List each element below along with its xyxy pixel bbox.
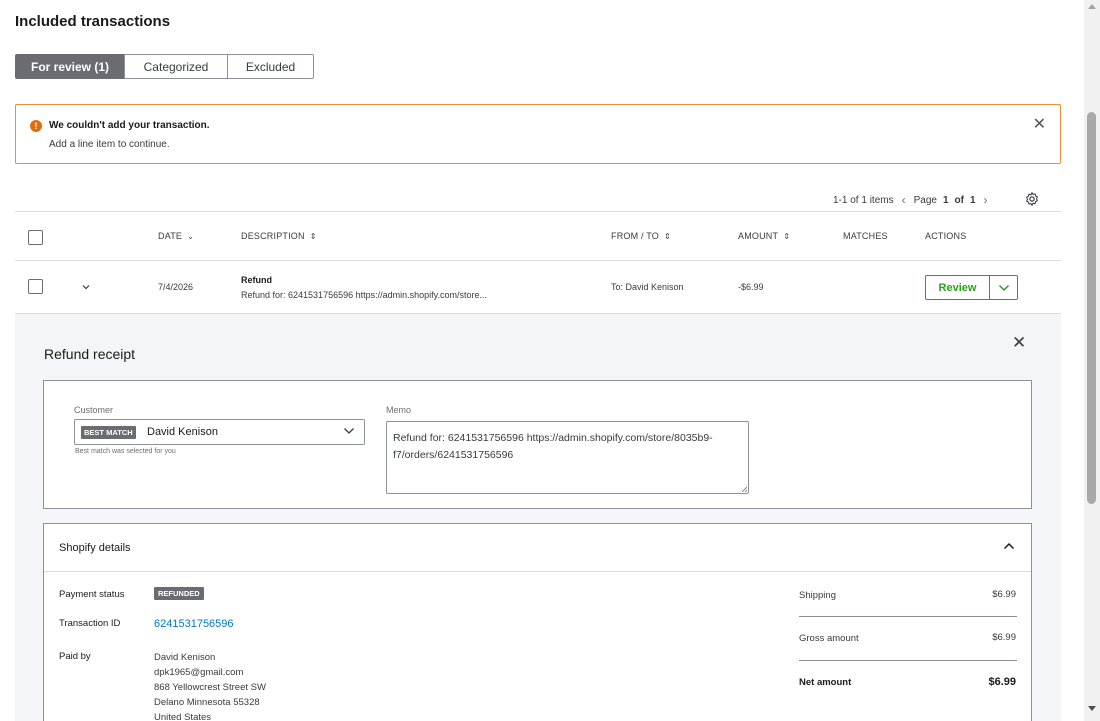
customer-hint: Best match was selected for you [75, 448, 176, 455]
shipping-label: Shipping [799, 590, 836, 601]
review-dropdown-button[interactable] [989, 275, 1018, 300]
header-matches: MATCHES [843, 231, 888, 241]
memo-field[interactable]: Refund for: 6241531756596 https://admin.… [386, 421, 749, 494]
header-amount[interactable]: AMOUNT ⇕ [738, 231, 790, 241]
paid-by-street: 868 Yellowcrest Street SW [154, 682, 266, 693]
shopify-details-card: Shopify details Payment status REFUNDED … [43, 523, 1032, 721]
review-button-group: Review [925, 275, 1018, 300]
row-from-to: To: David Kenison [611, 282, 684, 292]
tab-excluded[interactable]: Excluded [227, 54, 314, 79]
paid-by-city: Delano Minnesota 55328 [154, 697, 260, 708]
header-amount-label: AMOUNT [738, 231, 779, 241]
transaction-detail-panel: Refund receipt ✕ Customer BEST MATCH Dav… [15, 314, 1061, 721]
pagination-of: of [954, 194, 964, 206]
sort-icon: ⇕ [309, 232, 317, 242]
chevron-up-icon[interactable] [1003, 542, 1015, 550]
header-from-to[interactable]: FROM / TO ⇕ [611, 231, 671, 241]
paid-by-address: David Kenison dpk1965@gmail.com 868 Yell… [154, 650, 266, 721]
tab-for-review[interactable]: For review (1) [15, 54, 125, 79]
vertical-scrollbar[interactable] [1084, 0, 1100, 721]
gross-amount-label: Gross amount [799, 633, 859, 644]
row-description-title: Refund [241, 275, 272, 285]
chevron-down-icon [998, 284, 1009, 291]
gear-icon[interactable] [1024, 191, 1040, 207]
gross-amount-value: $6.99 [992, 632, 1016, 643]
transaction-id-label: Transaction ID [59, 618, 121, 629]
row-checkbox[interactable] [28, 279, 43, 294]
shopify-details-title: Shopify details [59, 542, 131, 554]
transaction-id-link[interactable]: 6241531756596 [154, 618, 234, 630]
row-description-sub: Refund for: 6241531756596 https://admin.… [241, 290, 487, 300]
summary-divider [799, 660, 1017, 661]
close-icon[interactable]: ✕ [1033, 117, 1046, 133]
receipt-form-card: Customer BEST MATCH David Kenison Best m… [43, 380, 1032, 509]
pagination: 1-1 of 1 items ‹ Page 1 of 1 › [833, 193, 990, 207]
scroll-up-arrow-icon[interactable] [1088, 4, 1096, 9]
summary-divider [799, 616, 1017, 617]
chevron-down-icon[interactable] [82, 284, 90, 290]
payment-status-label: Payment status [59, 589, 125, 600]
select-all-checkbox[interactable] [28, 230, 43, 245]
pagination-current: 1 [942, 194, 949, 206]
chevron-down-icon [344, 428, 354, 434]
alert-message: Add a line item to continue. [49, 139, 170, 150]
pagination-range: 1-1 of 1 items [833, 194, 894, 206]
header-from-to-label: FROM / TO [611, 231, 659, 241]
memo-label: Memo [386, 405, 412, 415]
best-match-badge: BEST MATCH [81, 426, 136, 439]
header-actions: ACTIONS [925, 231, 967, 241]
table-row[interactable]: 7/4/2026 Refund Refund for: 624153175659… [15, 261, 1061, 314]
customer-value: David Kenison [147, 426, 218, 438]
header-description-label: DESCRIPTION [241, 231, 305, 241]
bank-transactions-page: Included transactions For review (1) Cat… [0, 0, 1084, 721]
close-icon[interactable]: ✕ [1012, 333, 1026, 353]
chevron-down-icon: ⌄ [187, 232, 195, 242]
resize-handle-icon[interactable] [741, 486, 747, 492]
customer-label: Customer [74, 405, 114, 415]
header-date[interactable]: DATE ⌄ [158, 231, 194, 241]
warning-icon: ! [30, 120, 42, 132]
paid-by-country: United States [154, 712, 212, 721]
header-description[interactable]: DESCRIPTION ⇕ [241, 231, 317, 241]
net-amount-value: $6.99 [988, 676, 1016, 688]
scroll-down-arrow-icon[interactable] [1088, 706, 1096, 711]
review-button[interactable]: Review [925, 275, 989, 300]
error-alert: ! We couldn't add your transaction. Add … [15, 104, 1061, 164]
payment-status-badge: REFUNDED [154, 587, 204, 600]
row-amount: -$6.99 [738, 282, 764, 292]
chevron-right-icon[interactable]: › [982, 193, 990, 207]
net-amount-label: Net amount [799, 677, 852, 688]
transaction-tabs: For review (1) Categorized Excluded [15, 54, 314, 79]
sort-icon: ⇕ [783, 232, 791, 242]
receipt-title: Refund receipt [44, 346, 136, 362]
customer-select[interactable]: BEST MATCH David Kenison [74, 419, 365, 445]
alert-title: We couldn't add your transaction. [49, 120, 210, 131]
paid-by-email: dpk1965@gmail.com [154, 667, 244, 678]
header-date-label: DATE [158, 231, 183, 241]
pagination-total: 1 [969, 194, 976, 206]
shipping-value: $6.99 [992, 589, 1016, 600]
tab-categorized[interactable]: Categorized [124, 54, 228, 79]
paid-by-label: Paid by [59, 651, 91, 662]
chevron-left-icon[interactable]: ‹ [900, 193, 908, 207]
paid-by-name: David Kenison [154, 652, 216, 663]
pagination-page-label: Page [913, 194, 937, 206]
table-header: DATE ⌄ DESCRIPTION ⇕ FROM / TO ⇕ AMOUNT ⇕ MA… [15, 211, 1061, 261]
section-title: Included transactions [15, 13, 171, 30]
sort-icon: ⇕ [663, 232, 671, 242]
shopify-details-header[interactable]: Shopify details [44, 524, 1031, 572]
row-date: 7/4/2026 [158, 282, 194, 292]
scrollbar-thumb[interactable] [1087, 112, 1096, 504]
